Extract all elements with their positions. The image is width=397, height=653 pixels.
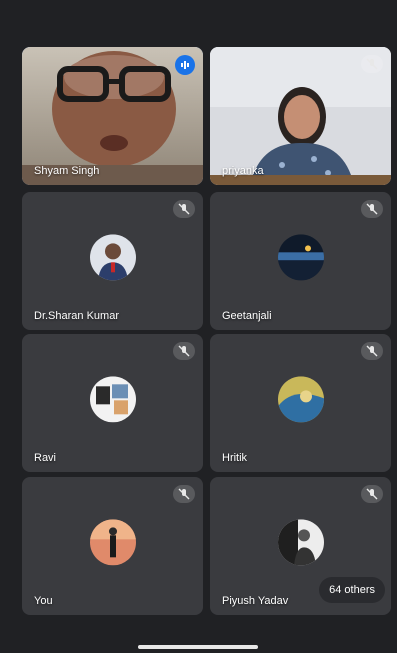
avatar <box>89 234 136 281</box>
mic-muted-icon <box>361 485 383 503</box>
participant-name: You <box>34 595 53 607</box>
participant-name: Geetanjali <box>222 310 272 322</box>
home-indicator[interactable] <box>138 645 258 649</box>
participant-tile-you[interactable]: You <box>22 477 203 615</box>
participant-name: Dr.Sharan Kumar <box>34 310 119 322</box>
avatar <box>277 376 324 423</box>
avatar <box>89 519 136 566</box>
participant-tile-hritik[interactable]: Hritik <box>210 334 391 472</box>
participant-name: Ravi <box>34 452 57 464</box>
mic-muted-icon <box>361 55 383 73</box>
participant-name: Hritik <box>222 452 248 464</box>
mic-muted-icon <box>173 342 195 360</box>
participant-tile-piyush-yadav[interactable]: Piyush Yadav 64 others <box>210 477 391 615</box>
speaking-indicator-icon <box>175 55 195 75</box>
participant-tile-geetanjali[interactable]: Geetanjali <box>210 192 391 330</box>
participant-tile-priyanka[interactable]: priyanka <box>210 47 391 185</box>
participant-tile-ravi[interactable]: Ravi <box>22 334 203 472</box>
avatar <box>89 376 136 423</box>
avatar <box>277 234 324 281</box>
mic-muted-icon <box>361 200 383 218</box>
mic-muted-icon <box>361 342 383 360</box>
others-count-button[interactable]: 64 others <box>319 577 385 603</box>
participant-tile-shyam-singh[interactable]: Shyam Singh <box>22 47 203 185</box>
mic-muted-icon <box>173 485 195 503</box>
participant-name: Piyush Yadav <box>222 595 289 607</box>
participant-name: Shyam Singh <box>34 165 100 177</box>
participant-name: priyanka <box>222 165 264 177</box>
avatar <box>277 519 324 566</box>
participant-tile-sharan-kumar[interactable]: Dr.Sharan Kumar <box>22 192 203 330</box>
mic-muted-icon <box>173 200 195 218</box>
meeting-screen: Shyam Singh priyanka Dr.Sharan Kumar Gee… <box>0 0 397 653</box>
others-count-label: 64 others <box>329 584 375 596</box>
